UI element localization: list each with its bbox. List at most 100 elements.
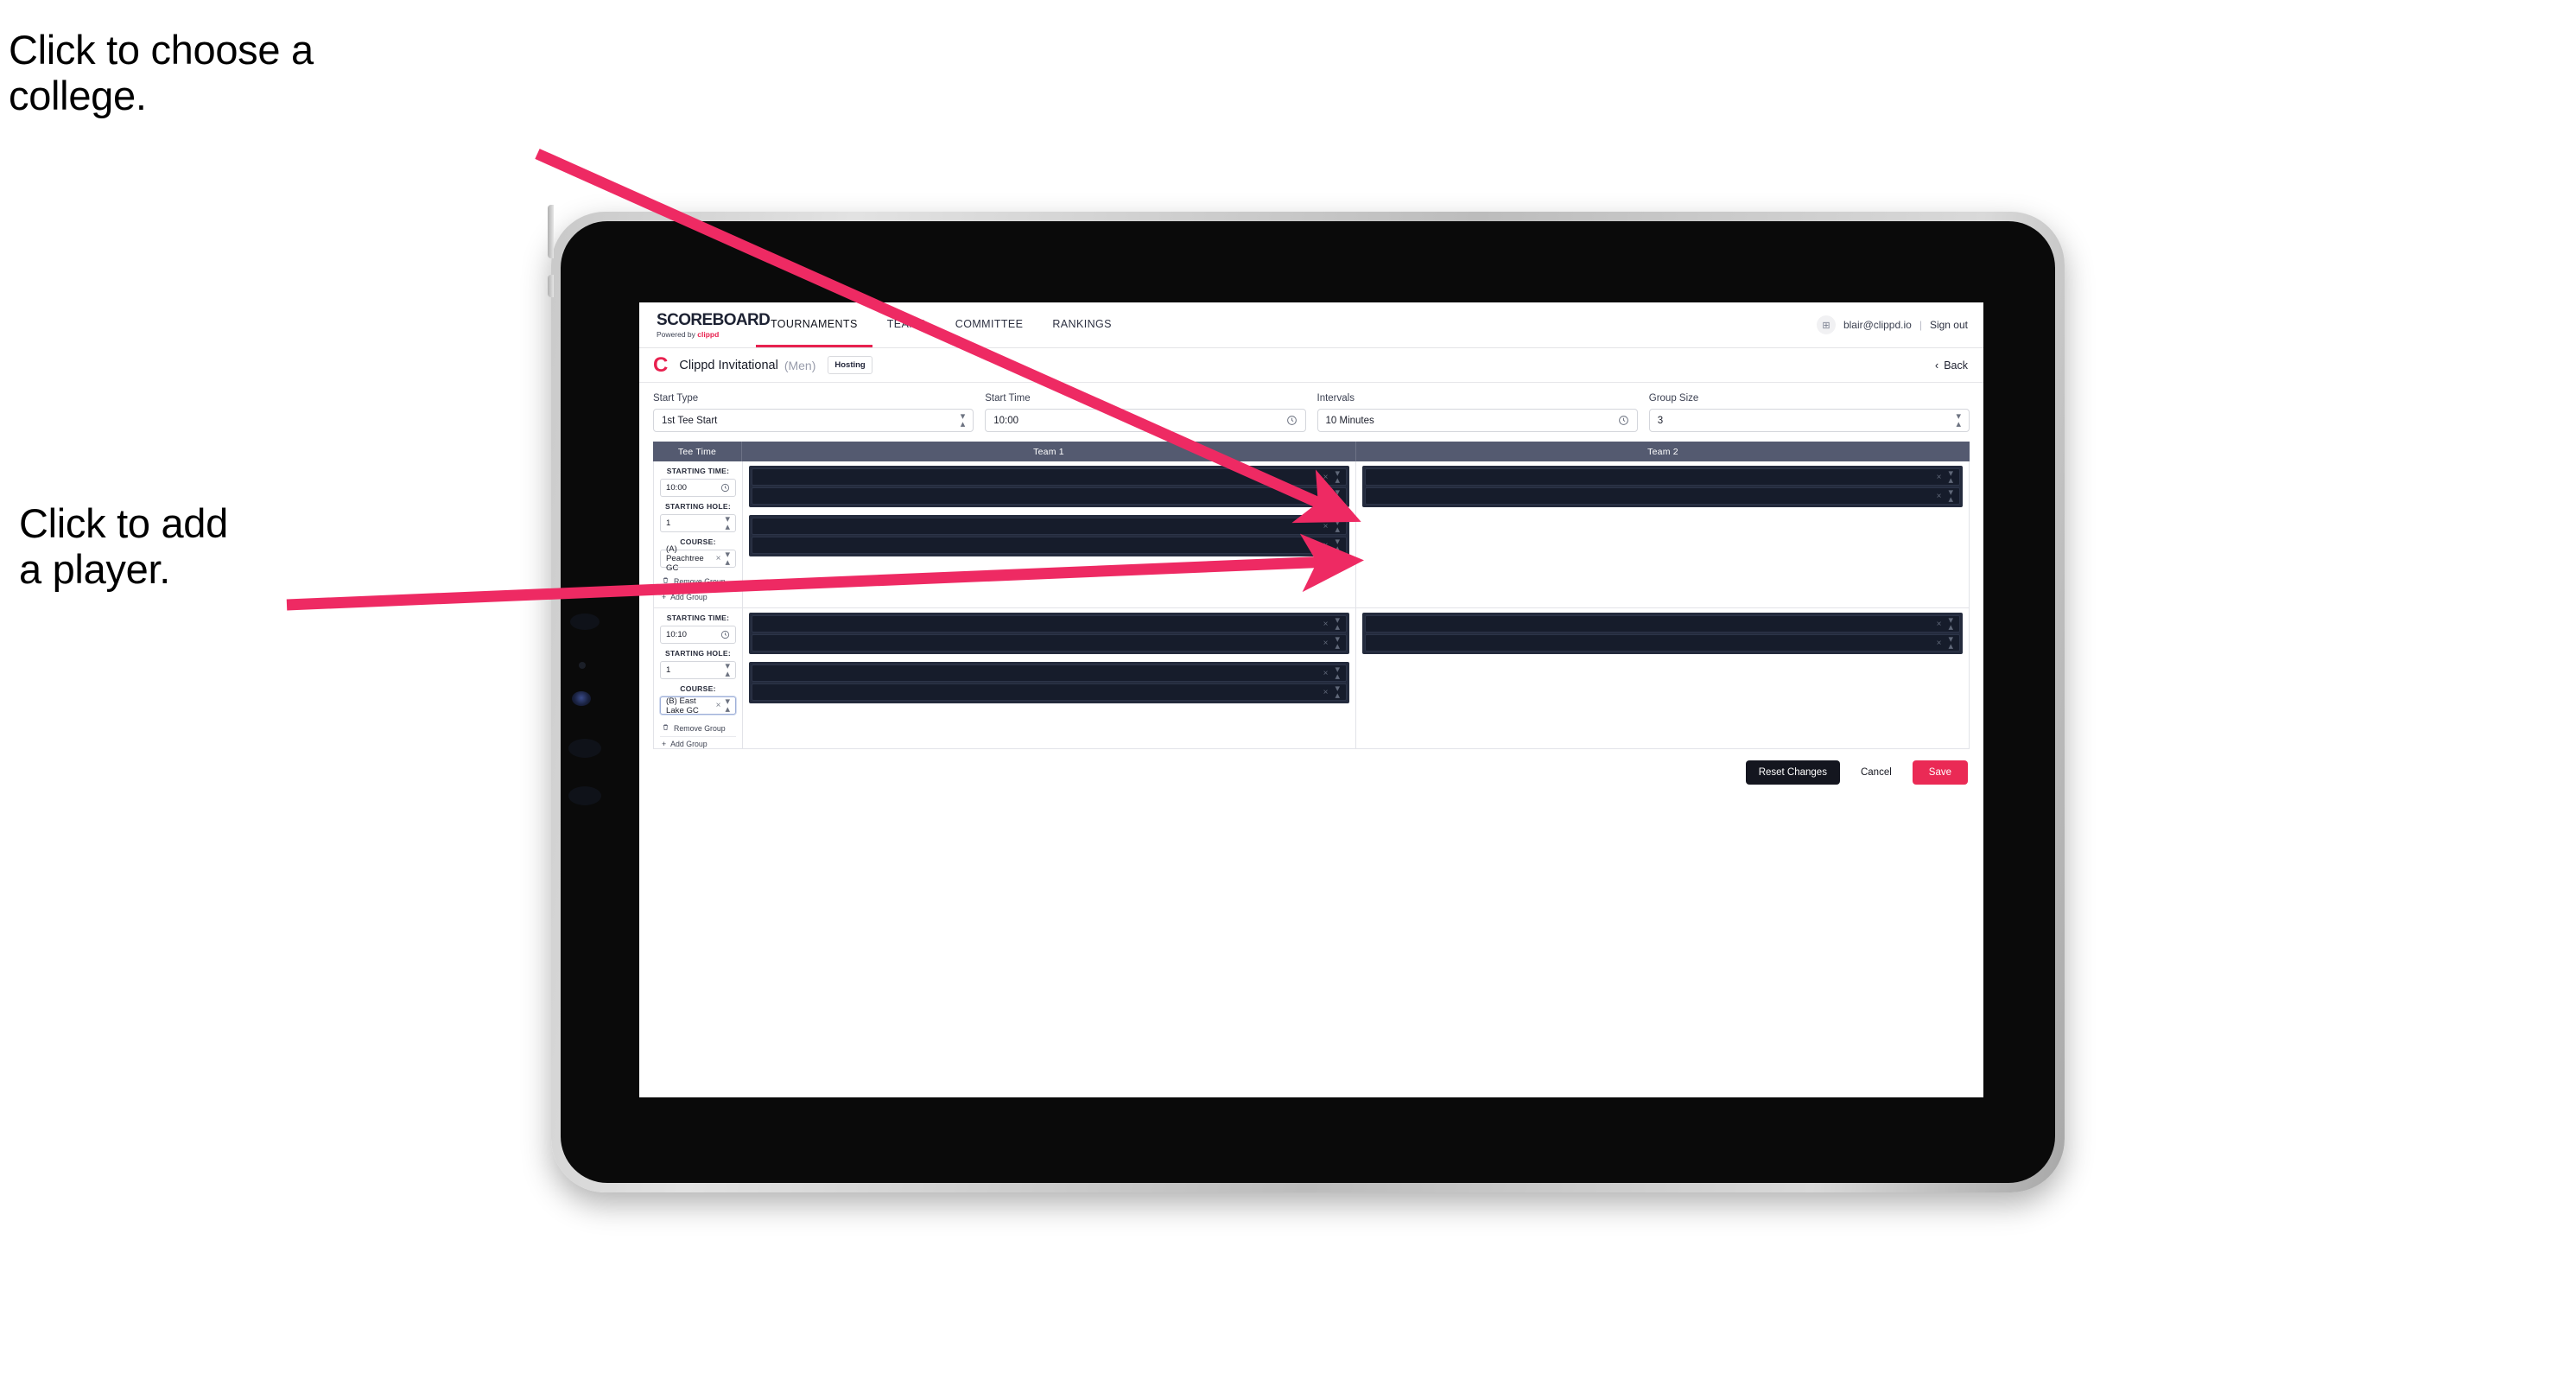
clear-icon[interactable]: × — [716, 701, 721, 710]
spinner-icon[interactable]: ▾ ▴ — [1948, 468, 1953, 485]
back-button[interactable]: ‹ Back — [1935, 359, 1968, 372]
spinner-icon[interactable]: ▾ ▴ — [1948, 487, 1953, 504]
clear-icon[interactable]: × — [1937, 492, 1942, 501]
spinner-icon[interactable]: ▾ ▴ — [1335, 468, 1340, 485]
spinner-icon[interactable]: ▾ ▴ — [725, 662, 730, 678]
grid-header: Tee Time Team 1 Team 2 — [653, 442, 1970, 461]
spinner-icon[interactable]: ▾ ▴ — [1335, 537, 1340, 553]
annotation-add-player: Click to add a player. — [19, 500, 228, 592]
spinner-icon[interactable]: ▾ ▴ — [961, 412, 966, 429]
player-slot[interactable]: × ▾ ▴ — [752, 468, 1347, 486]
intervals-input[interactable]: 10 Minutes — [1317, 409, 1638, 432]
spinner-icon[interactable]: ▾ ▴ — [1335, 487, 1340, 504]
starting-time-label: STARTING TIME: — [666, 467, 730, 475]
team-1-cell: × ▾ ▴ × ▾ ▴ × ▾ ▴ × ▾ ▴ — [743, 461, 1356, 607]
spinner-icon[interactable]: ▾ ▴ — [1948, 615, 1953, 632]
sign-out-link[interactable]: Sign out — [1930, 319, 1968, 331]
scoreboard-logo[interactable]: SCOREBOARD Powered by clippd — [639, 302, 771, 347]
start-time-input[interactable]: 10:00 — [985, 409, 1306, 432]
clear-icon[interactable]: × — [1937, 639, 1942, 648]
start-type-select[interactable]: 1st Tee Start ▾ ▴ — [653, 409, 974, 432]
spinner-icon[interactable]: ▾ ▴ — [1335, 615, 1340, 632]
starting-hole-stepper[interactable]: 1 ▾ ▴ — [660, 661, 736, 679]
spinner-icon[interactable]: ▾ ▴ — [1956, 412, 1961, 429]
add-group-button[interactable]: + Add Group — [660, 589, 736, 604]
clear-icon[interactable]: × — [1323, 541, 1329, 550]
chevron-left-icon: ‹ — [1935, 359, 1939, 372]
brand-title: SCOREBOARD — [657, 310, 771, 329]
player-slot[interactable]: × ▾ ▴ — [752, 487, 1347, 505]
page-title: Clippd Invitational — [679, 358, 778, 372]
clear-icon[interactable]: × — [716, 554, 721, 563]
remove-group-button[interactable]: Remove Group — [660, 573, 736, 589]
brand-sub-mark: clippd — [697, 329, 720, 339]
cancel-button[interactable]: Cancel — [1850, 760, 1902, 785]
player-slot[interactable]: × ▾ ▴ — [1365, 634, 1960, 652]
spinner-icon[interactable]: ▾ ▴ — [725, 515, 730, 531]
clear-icon[interactable]: × — [1323, 620, 1329, 629]
player-slot[interactable]: × ▾ ▴ — [752, 664, 1347, 682]
clear-icon[interactable]: × — [1323, 492, 1329, 501]
course-value: (B) East Lake GC — [666, 696, 699, 715]
starting-hole-value: 1 — [666, 518, 671, 528]
save-button[interactable]: Save — [1912, 760, 1968, 785]
tab-committee[interactable]: COMMITTEE — [941, 302, 1038, 347]
clear-icon[interactable]: × — [1937, 473, 1942, 482]
account-area: ⊞ blair@clippd.io | Sign out — [1816, 302, 1983, 347]
brand-subtitle: Powered by clippd — [657, 331, 756, 339]
clear-icon[interactable]: × — [1323, 688, 1329, 697]
clock-icon[interactable] — [1286, 415, 1298, 426]
player-slot[interactable]: × ▾ ▴ — [752, 683, 1347, 701]
trash-icon — [662, 575, 669, 587]
spinner-icon[interactable]: ▾ ▴ — [725, 697, 730, 714]
start-time-value: 10:00 — [993, 415, 1019, 426]
clear-icon[interactable]: × — [1323, 639, 1329, 648]
add-group-button[interactable]: + Add Group — [660, 736, 736, 748]
clock-icon[interactable] — [720, 630, 730, 639]
clippd-logo-icon: C — [653, 353, 669, 377]
tab-tournaments[interactable]: TOURNAMENTS — [756, 302, 872, 347]
power-button[interactable] — [548, 205, 554, 258]
course-select[interactable]: (B) East Lake GC × ▾ ▴ — [660, 696, 736, 715]
course-select[interactable]: (A) Peachtree GC × ▾ ▴ — [660, 544, 736, 573]
start-type-value: 1st Tee Start — [662, 415, 718, 426]
starting-time-input[interactable]: 10:10 — [660, 626, 736, 644]
course-label: COURSE: — [680, 684, 716, 693]
spinner-icon[interactable]: ▾ ▴ — [1335, 664, 1340, 681]
spinner-icon[interactable]: ▾ ▴ — [1335, 634, 1340, 651]
spinner-icon[interactable]: ▾ ▴ — [1948, 634, 1953, 651]
starting-hole-stepper[interactable]: 1 ▾ ▴ — [660, 514, 736, 532]
player-slot[interactable]: × ▾ ▴ — [1365, 615, 1960, 633]
clear-icon[interactable]: × — [1323, 522, 1329, 531]
clear-icon[interactable]: × — [1323, 473, 1329, 482]
remove-group-button[interactable]: Remove Group — [660, 720, 736, 736]
avatar[interactable]: ⊞ — [1816, 315, 1836, 334]
player-slot[interactable]: × ▾ ▴ — [752, 634, 1347, 652]
tournament-gender: (Men) — [784, 358, 816, 372]
group-size-stepper[interactable]: 3 ▾ ▴ — [1648, 409, 1970, 432]
player-slot[interactable]: × ▾ ▴ — [752, 537, 1347, 554]
clock-icon[interactable] — [720, 483, 730, 493]
spinner-icon[interactable]: ▾ ▴ — [1335, 683, 1340, 700]
starting-time-input[interactable]: 10:00 — [660, 479, 736, 497]
tab-rankings[interactable]: RANKINGS — [1037, 302, 1126, 347]
volume-button[interactable] — [548, 275, 554, 297]
player-slot[interactable]: × ▾ ▴ — [1365, 468, 1960, 486]
clear-icon[interactable]: × — [1937, 620, 1942, 629]
player-slot[interactable]: × ▾ ▴ — [752, 615, 1347, 633]
player-slot[interactable]: × ▾ ▴ — [752, 518, 1347, 535]
table-row: STARTING TIME: 10:00 STARTING HOLE: 1 ▾ ▴… — [654, 461, 1969, 608]
remove-group-label: Remove Group — [674, 576, 726, 586]
status-badge: Hosting — [828, 356, 872, 374]
intervals-label: Intervals — [1317, 393, 1355, 404]
player-slot[interactable]: × ▾ ▴ — [1365, 487, 1960, 505]
clock-icon[interactable] — [1618, 415, 1629, 426]
reset-changes-button[interactable]: Reset Changes — [1745, 760, 1840, 785]
tab-teams[interactable]: TEAMS — [872, 302, 941, 347]
spinner-icon[interactable]: ▾ ▴ — [1335, 518, 1340, 534]
spinner-icon[interactable]: ▾ ▴ — [725, 550, 730, 567]
team-2-cell: × ▾ ▴ × ▾ ▴ — [1356, 461, 1969, 607]
top-navigation-bar: SCOREBOARD Powered by clippd TOURNAMENTS… — [639, 302, 1983, 348]
course-value: (A) Peachtree GC — [666, 544, 704, 573]
clear-icon[interactable]: × — [1323, 669, 1329, 678]
